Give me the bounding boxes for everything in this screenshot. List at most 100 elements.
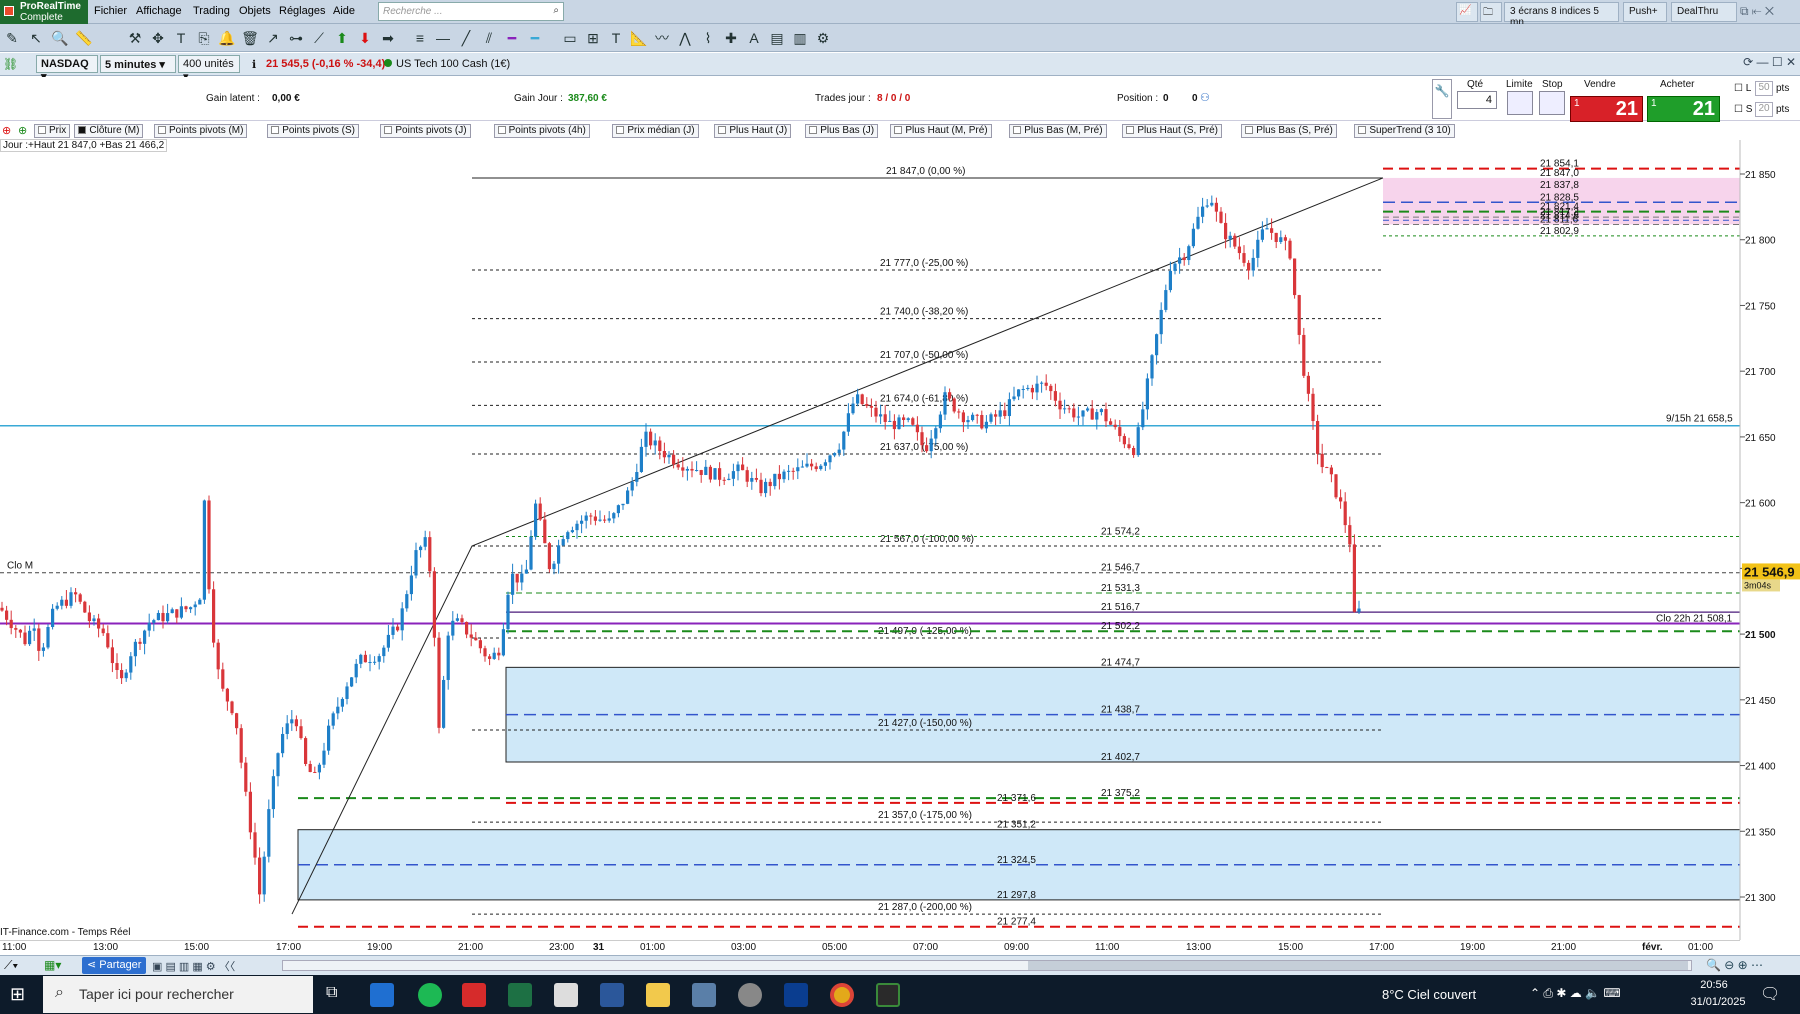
zoom-controls-icon[interactable]: 🔍 ⊖ ⊕ ⋯ [1706, 958, 1763, 972]
chrome-icon[interactable] [830, 983, 854, 1007]
calculator-icon[interactable] [692, 983, 716, 1007]
limit-order-button[interactable] [1507, 91, 1533, 115]
bottom-tools-icon[interactable]: ▣ ▤ ▥ ▦ ⚙ 〈〈 [152, 958, 235, 974]
long-pts-input[interactable]: 50 [1755, 81, 1773, 96]
text-box-icon[interactable]: T [606, 28, 626, 48]
zoom-icon[interactable]: 🔍 [50, 28, 70, 48]
weather-label[interactable]: 8°C Ciel couvert [1382, 987, 1476, 1002]
box-icon[interactable]: ▤ [767, 28, 787, 48]
menu-aide[interactable]: Aide [333, 5, 355, 17]
price-chart[interactable]: 21 847,0 (0,00 %) 21 777,0 (-25,00 %) 21 7… [0, 140, 1800, 940]
hline-icon[interactable]: — [433, 28, 453, 48]
pattern-icon[interactable]: ⌇ [698, 28, 718, 48]
bottom-chart-icon[interactable]: ⟋▾ [4, 958, 18, 973]
window-controls-icon[interactable]: ⧉ ⇤ ✕ [1740, 4, 1774, 19]
up-arrow-icon[interactable]: ⬆ [332, 28, 352, 48]
store-icon[interactable] [370, 983, 394, 1007]
short-toggle[interactable]: ☐ S [1734, 104, 1752, 115]
short-pts-input[interactable]: 20 [1755, 102, 1773, 117]
excel-icon[interactable] [508, 983, 532, 1007]
indicator-chip[interactable]: Prix médian (J) [612, 124, 699, 138]
screens-button[interactable]: 3 écrans 8 indices 5 mn [1504, 2, 1619, 28]
search-icon[interactable]: ⌕ [553, 5, 559, 16]
bars-icon[interactable]: ▥ [790, 28, 810, 48]
rect-icon[interactable]: ▭ [560, 28, 580, 48]
sell-button[interactable]: 121 544,9 [1570, 96, 1643, 143]
abc-icon[interactable]: A [744, 28, 764, 48]
add-indicator-icon[interactable]: ⊕ [2, 124, 11, 137]
plus-icon[interactable]: ✚ [721, 28, 741, 48]
line-icon[interactable]: ⟋ [309, 28, 329, 48]
menu-reglages[interactable]: Réglages [279, 5, 325, 17]
app-icon[interactable] [738, 983, 762, 1007]
vscode-icon[interactable] [784, 983, 808, 1007]
link-icon[interactable]: ⛓ [3, 57, 18, 71]
clock-date[interactable]: 31/01/2025 [1688, 996, 1748, 1008]
notification-icon[interactable]: 🗨 [1760, 984, 1780, 1004]
menu-affichage[interactable]: Affichage [136, 5, 182, 17]
task-view-icon[interactable]: ⧉ [326, 984, 337, 1002]
move-icon[interactable]: ✥ [148, 28, 168, 48]
indicator-chip[interactable]: Plus Bas (J) [805, 124, 879, 138]
right-arrow-icon[interactable]: ➡ [378, 28, 398, 48]
ruler-icon[interactable]: 📏 [74, 28, 94, 48]
channel-icon[interactable]: ⫽ [479, 28, 499, 48]
indicator-chip[interactable]: Plus Haut (J) [714, 124, 792, 138]
indicator-chip[interactable]: Points pivots (M) [154, 124, 248, 138]
market-select[interactable]: NASDAQ ▾ [36, 55, 98, 83]
taskbar-search[interactable]: ⌕ Taper ici pour rechercher [43, 976, 313, 1013]
cyan-line-icon[interactable]: ━ [525, 28, 545, 48]
prorealtime-taskbar-icon[interactable] [876, 983, 900, 1007]
clock-time[interactable]: 20:56 [1688, 979, 1740, 991]
bell-icon[interactable]: 🔔 [217, 28, 237, 48]
trendline-icon[interactable]: ╱ [456, 28, 476, 48]
buy-button[interactable]: 121 546,9 [1647, 96, 1720, 143]
down-arrow-icon[interactable]: ⬇ [355, 28, 375, 48]
menu-trading[interactable]: Trading [193, 5, 230, 17]
copy-icon[interactable]: ⎘ [194, 28, 214, 48]
menu-objets[interactable]: Objets [239, 5, 271, 17]
fib-icon[interactable]: ≡ [410, 28, 430, 48]
app-logo[interactable]: ProRealTime Complete [0, 0, 88, 24]
add-indicator-2-icon[interactable]: ⊕ [18, 124, 27, 137]
folder-taskbar-icon[interactable] [646, 983, 670, 1007]
indicator-chip[interactable]: Points pivots (4h) [493, 124, 590, 138]
time-scrollbar[interactable] [282, 960, 1692, 971]
order-settings-icon[interactable]: 🔧 [1432, 79, 1452, 119]
measure-icon[interactable]: 📐 [629, 28, 649, 48]
dealthru-button[interactable]: DealThru [1671, 2, 1737, 22]
pencil-icon[interactable]: ✎ [2, 28, 22, 48]
chart-icon[interactable]: 📈 [1456, 2, 1478, 22]
explorer-icon[interactable] [554, 983, 578, 1007]
indicator-chip[interactable]: Clôture (M) [74, 124, 144, 138]
wave-icon[interactable]: 〰 [652, 28, 672, 48]
add-chart-icon[interactable]: ▦▾ [44, 958, 61, 972]
time-axis[interactable]: 11:00 13:00 15:00 17:00 19:00 21:00 23:00 31 01:… [0, 940, 1740, 954]
menu-fichier[interactable]: Fichier [94, 5, 127, 17]
indicator-chip[interactable]: SuperTrend (3 10) [1354, 124, 1455, 138]
scrollbar-thumb[interactable] [1028, 961, 1688, 970]
search-input[interactable]: Recherche ... ⌕ [378, 2, 564, 21]
tray-icons[interactable]: ⌃ ⎙ ✱ ☁ 🔈 ⌨ [1530, 986, 1621, 1001]
windows-start-icon[interactable]: ⊞ [10, 984, 25, 1005]
info-icon[interactable]: ℹ [252, 58, 256, 71]
share-button[interactable]: ⋖ Partager [82, 957, 147, 974]
arrow-icon[interactable]: ↗ [263, 28, 283, 48]
zigzag-icon[interactable]: ⋀ [675, 28, 695, 48]
ig-icon[interactable] [462, 983, 486, 1007]
text-icon[interactable]: T [171, 28, 191, 48]
indicator-chip[interactable]: Plus Haut (S, Pré) [1122, 124, 1222, 138]
grid-icon[interactable]: ⊞ [583, 28, 603, 48]
indicator-chip[interactable]: Plus Bas (M, Pré) [1009, 124, 1107, 138]
tools-icon[interactable]: ⚒ [125, 28, 145, 48]
qty-input[interactable]: 4 [1457, 91, 1497, 109]
word-icon[interactable] [600, 983, 624, 1007]
indicator-chip[interactable]: Prix [34, 124, 71, 138]
push-button[interactable]: Push+ [1623, 2, 1667, 22]
spotify-icon[interactable] [418, 983, 442, 1007]
trash-icon[interactable]: 🗑 [240, 28, 260, 48]
indicator-chip[interactable]: Points pivots (J) [380, 124, 471, 138]
settings-icon[interactable]: ⚙ [813, 28, 833, 48]
stop-order-button[interactable] [1539, 91, 1565, 115]
segment-icon[interactable]: ⊶ [286, 28, 306, 48]
